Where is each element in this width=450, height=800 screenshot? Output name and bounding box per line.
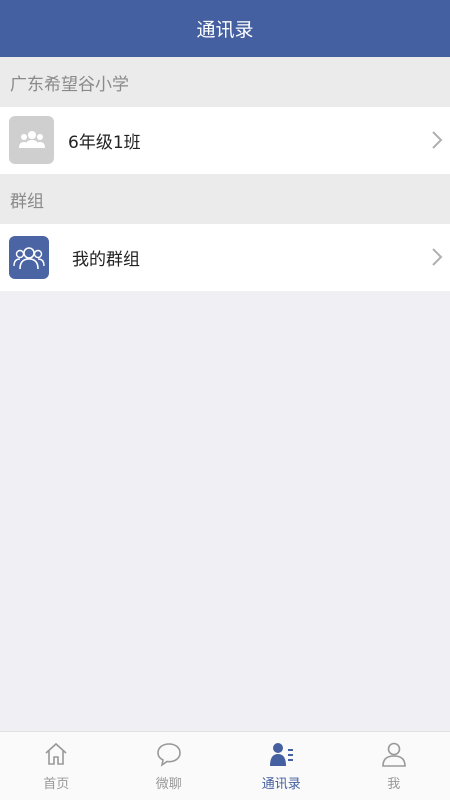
home-icon [45, 742, 67, 765]
my-groups-label: 我的群组 [72, 250, 140, 270]
groups-avatar [9, 236, 49, 279]
person-icon [381, 742, 406, 767]
class-row[interactable]: 6年级1班 [0, 107, 450, 174]
page-title: 通讯录 [196, 19, 254, 41]
group-people-icon [18, 131, 45, 148]
chevron-right-icon [432, 248, 443, 266]
tab-label: 微聊 [155, 777, 182, 792]
tab-contacts[interactable]: 通讯录 [225, 732, 338, 800]
section-header-groups: 群组 [0, 174, 450, 224]
top-bar: 通讯录 [0, 0, 450, 57]
bottom-tab-bar: 首页 微聊 通讯录 我 [0, 731, 450, 800]
tab-label: 我 [387, 777, 401, 792]
tab-home[interactable]: 首页 [0, 732, 113, 800]
section-label: 群组 [10, 191, 44, 212]
section-label: 广东希望谷小学 [10, 74, 129, 95]
tab-me[interactable]: 我 [338, 732, 450, 800]
contacts-icon [270, 743, 294, 766]
class-avatar [9, 116, 54, 164]
tab-label: 首页 [43, 777, 70, 792]
tab-chat[interactable]: 微聊 [113, 732, 226, 800]
section-header-school: 广东希望谷小学 [0, 57, 450, 107]
group-outline-icon [13, 246, 45, 269]
chevron-right-icon [432, 131, 443, 149]
my-groups-row[interactable]: 我的群组 [0, 224, 450, 291]
chat-bubble-icon [156, 743, 181, 767]
tab-label: 通讯录 [261, 777, 301, 792]
class-name: 6年级1班 [68, 133, 141, 153]
